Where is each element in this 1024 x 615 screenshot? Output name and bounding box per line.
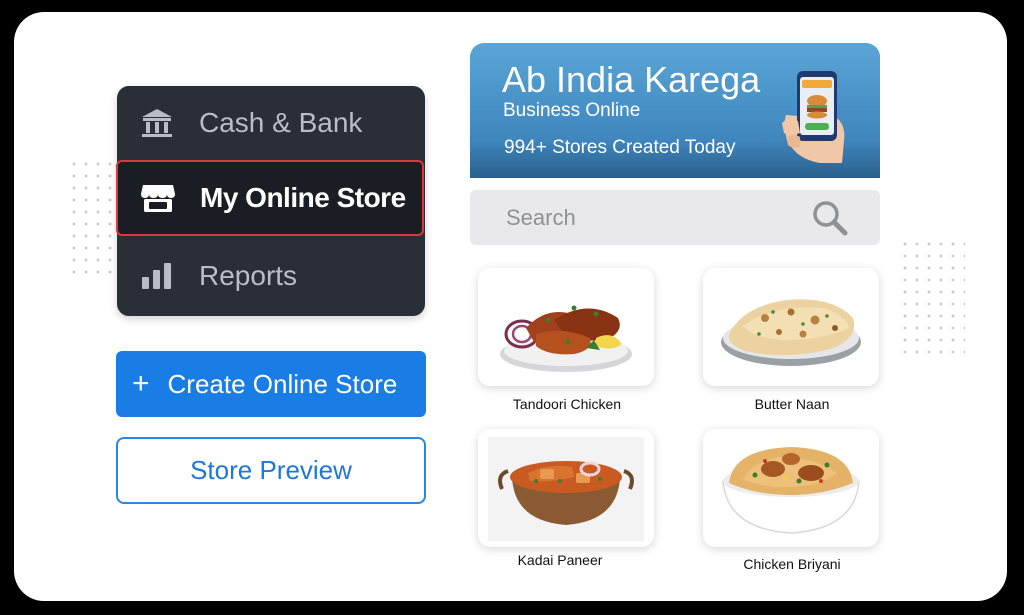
product-card-tandoori-chicken[interactable] [478, 268, 654, 386]
store-preview-button[interactable]: Store Preview [116, 437, 426, 504]
store-icon [138, 178, 178, 218]
sidebar-item-cash-bank[interactable]: Cash & Bank [117, 88, 425, 158]
search-input[interactable]: Search [506, 205, 576, 231]
product-name: Kadai Paneer [517, 552, 603, 568]
tandoori-chicken-image [500, 305, 632, 372]
banner-subtitle: Business Online [503, 100, 641, 121]
bank-icon [137, 103, 177, 143]
plus-icon: + [132, 367, 150, 400]
product-card-kadai-paneer[interactable] [478, 429, 654, 547]
create-online-store-label: Create Online Store [167, 368, 398, 399]
product-card-chicken-briyani[interactable] [703, 429, 879, 547]
banner-stores-count: 994+ Stores Created Today [504, 137, 736, 158]
sidebar-item-label: My Online Store [200, 182, 406, 213]
product-card-butter-naan[interactable] [703, 268, 879, 386]
sidebar-menu: Cash & Bank My Online Store Reports [116, 86, 425, 316]
kadai-paneer-image [488, 437, 644, 541]
banner-title: Ab India Karega [502, 59, 761, 100]
bar-chart-icon [137, 256, 177, 296]
butter-naan-image [721, 299, 861, 366]
product-name: Butter Naan [754, 396, 830, 412]
product-name: Chicken Briyani [743, 556, 841, 572]
store-preview-label: Store Preview [190, 455, 352, 485]
sidebar-item-my-online-store[interactable]: My Online Store [116, 160, 424, 236]
search-icon[interactable] [810, 198, 850, 238]
decorative-dots-left [68, 158, 118, 280]
decorative-dots-right [899, 238, 965, 360]
create-online-store-button[interactable]: + Create Online Store [116, 351, 426, 417]
promo-canvas: Cash & Bank My Online Store Reports + Cr… [14, 12, 1007, 601]
sidebar-item-label: Cash & Bank [199, 107, 363, 138]
product-name: Tandoori Chicken [512, 396, 622, 412]
sidebar-item-reports[interactable]: Reports [117, 241, 425, 311]
sidebar-item-label: Reports [199, 260, 298, 291]
search-bar[interactable]: Search [470, 190, 880, 245]
phone-in-hand-icon [782, 71, 845, 163]
chicken-briyani-image [722, 447, 860, 534]
promo-banner: Ab India Karega Business Online 994+ Sto… [470, 43, 880, 178]
